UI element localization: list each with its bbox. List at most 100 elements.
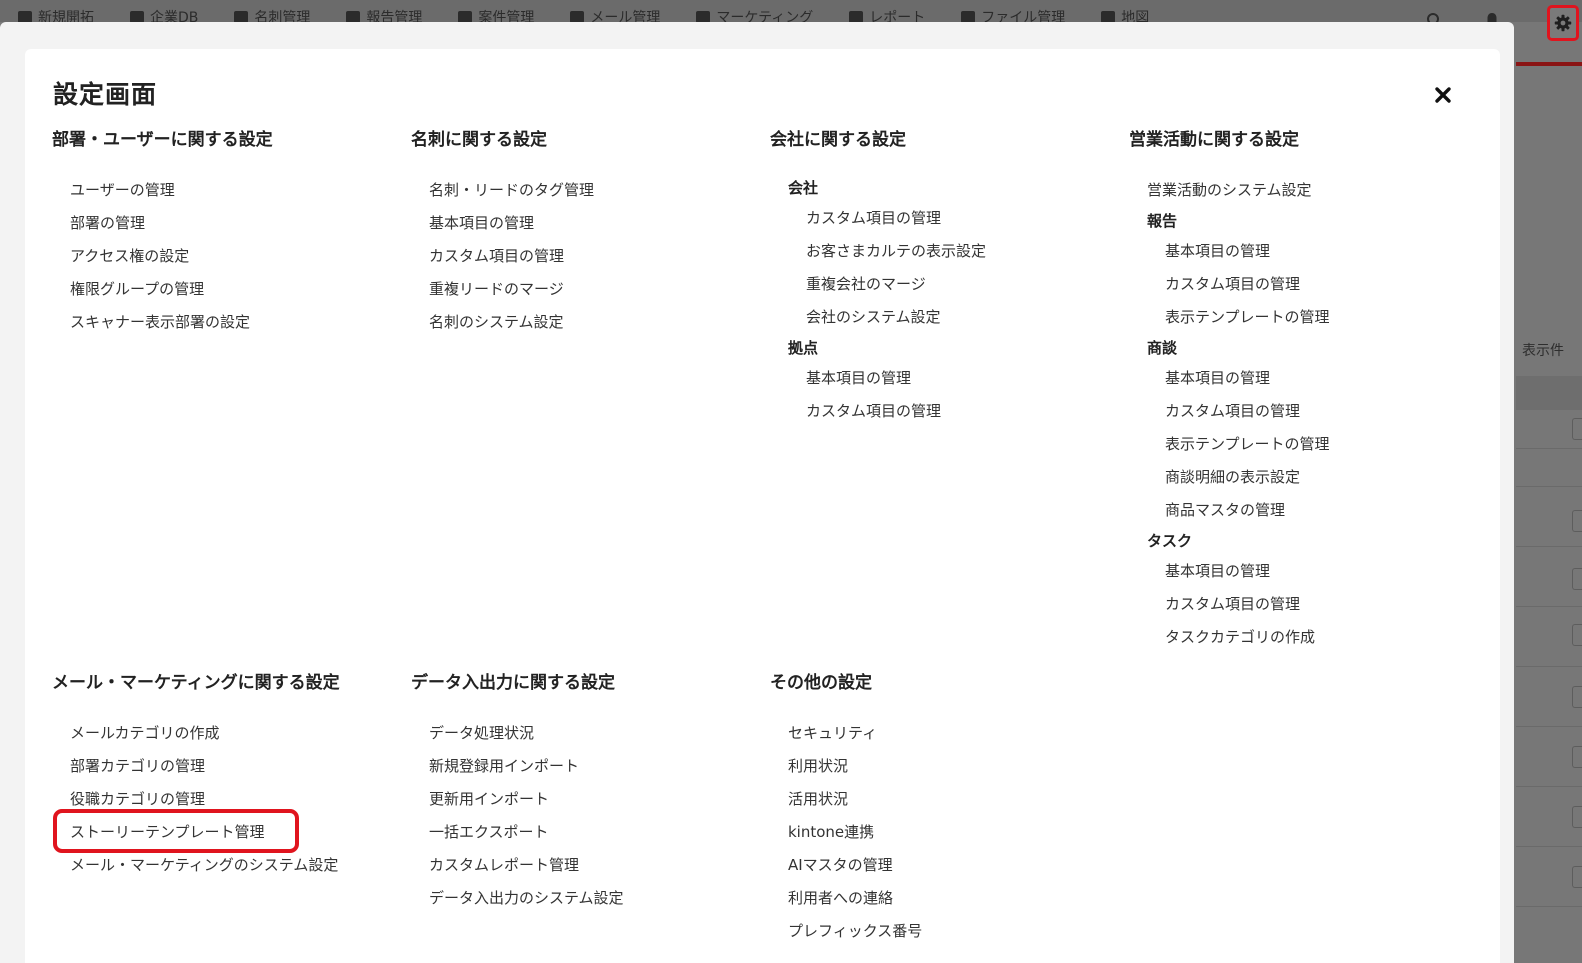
- link-access-rights[interactable]: アクセス権の設定: [52, 240, 273, 273]
- nav-item-reports-management[interactable]: 報告管理: [346, 7, 422, 22]
- background-row-divider: [1516, 906, 1582, 907]
- link-report-basic-fields[interactable]: 基本項目の管理: [1129, 235, 1330, 268]
- background-row-button: [1572, 568, 1582, 590]
- link-merge-duplicate-companies[interactable]: 重複会社のマージ: [770, 268, 986, 301]
- nav-item-deals[interactable]: 案件管理: [458, 7, 534, 22]
- section-data-io: データ入出力に関する設定 データ処理状況 新規登録用インポート 更新用インポート…: [411, 671, 624, 915]
- link-new-import[interactable]: 新規登録用インポート: [411, 750, 624, 783]
- link-contact-users[interactable]: 利用者への連絡: [770, 882, 922, 915]
- link-kintone-integration[interactable]: kintone連携: [770, 816, 922, 849]
- nav-item-map[interactable]: 地図: [1101, 7, 1149, 22]
- link-user-management[interactable]: ユーザーの管理: [52, 174, 273, 207]
- link-position-categories[interactable]: 役職カテゴリの管理: [52, 783, 340, 816]
- link-department-categories[interactable]: 部署カテゴリの管理: [52, 750, 340, 783]
- link-report-display-templates[interactable]: 表示テンプレートの管理: [1129, 301, 1330, 334]
- background-row-divider: [1516, 666, 1582, 667]
- link-story-template-management[interactable]: ストーリーテンプレート管理: [52, 816, 340, 849]
- link-deal-basic-fields[interactable]: 基本項目の管理: [1129, 362, 1330, 395]
- section-title: 会社に関する設定: [770, 130, 906, 150]
- link-bulk-export[interactable]: 一括エクスポート: [411, 816, 624, 849]
- nav-icon: [696, 11, 711, 22]
- link-security[interactable]: セキュリティ: [770, 717, 922, 750]
- nav-icon: [18, 11, 32, 22]
- background-row-button: [1572, 624, 1582, 646]
- link-permission-groups[interactable]: 権限グループの管理: [52, 273, 273, 306]
- section-title: メール・マーケティングに関する設定: [52, 673, 340, 693]
- top-navigation: 新規開拓 企業DB 名刺管理 報告管理 案件管理 メール管理 マーケティング レ…: [0, 0, 1582, 22]
- link-deal-display-templates[interactable]: 表示テンプレートの管理: [1129, 428, 1330, 461]
- link-utilization-status[interactable]: 活用状況: [770, 783, 922, 816]
- nav-item-report[interactable]: レポート: [849, 7, 925, 22]
- link-ai-master[interactable]: AIマスタの管理: [770, 849, 922, 882]
- section-company: 会社に関する設定 会社 カスタム項目の管理 お客さまカルテの表示設定 重複会社の…: [770, 128, 986, 428]
- background-row-divider: [1516, 786, 1582, 787]
- link-company-system-settings[interactable]: 会社のシステム設定: [770, 301, 986, 334]
- link-usage-status[interactable]: 利用状況: [770, 750, 922, 783]
- link-update-import[interactable]: 更新用インポート: [411, 783, 624, 816]
- section-title: 名刺に関する設定: [411, 130, 547, 150]
- section-mail-marketing: メール・マーケティングに関する設定 メールカテゴリの作成 部署カテゴリの管理 役…: [52, 671, 340, 882]
- background-row-divider: [1516, 486, 1582, 487]
- link-prefix-number[interactable]: プレフィックス番号: [770, 915, 922, 948]
- link-branch-custom-fields[interactable]: カスタム項目の管理: [770, 395, 986, 428]
- link-data-processing-status[interactable]: データ処理状況: [411, 717, 624, 750]
- background-row-divider: [1516, 606, 1582, 607]
- link-branch-basic-fields[interactable]: 基本項目の管理: [770, 362, 986, 395]
- link-product-master[interactable]: 商品マスタの管理: [1129, 494, 1330, 527]
- background-row-divider: [1516, 448, 1582, 449]
- link-company-custom-fields[interactable]: カスタム項目の管理: [770, 202, 986, 235]
- section-other: その他の設定 セキュリティ 利用状況 活用状況 kintone連携 AIマスタの…: [770, 671, 922, 948]
- background-row-divider: [1516, 846, 1582, 847]
- link-custom-reports[interactable]: カスタムレポート管理: [411, 849, 624, 882]
- nav-item-marketing[interactable]: マーケティング: [696, 7, 813, 22]
- subsection-task: タスク: [1147, 532, 1193, 550]
- link-customer-chart-settings[interactable]: お客さまカルテの表示設定: [770, 235, 986, 268]
- section-business-cards: 名刺に関する設定 名刺・リードのタグ管理 基本項目の管理 カスタム項目の管理 重…: [411, 128, 594, 339]
- nav-item-company-db[interactable]: 企業DB: [130, 7, 198, 22]
- link-tag-management[interactable]: 名刺・リードのタグ管理: [411, 174, 594, 207]
- link-basic-fields[interactable]: 基本項目の管理: [411, 207, 594, 240]
- link-mail-categories[interactable]: メールカテゴリの作成: [52, 717, 340, 750]
- subsection-deal: 商談: [1147, 339, 1178, 357]
- link-report-custom-fields[interactable]: カスタム項目の管理: [1129, 268, 1330, 301]
- background-row-button: [1572, 866, 1582, 888]
- gear-icon: [1554, 14, 1572, 32]
- nav-icon: [130, 11, 144, 22]
- link-task-categories[interactable]: タスクカテゴリの作成: [1129, 621, 1330, 654]
- nav-item-business-cards[interactable]: 名刺管理: [234, 7, 310, 22]
- link-sales-system-settings[interactable]: 営業活動のシステム設定: [1129, 174, 1330, 207]
- link-scanner-departments[interactable]: スキャナー表示部署の設定: [52, 306, 273, 339]
- section-sales: 営業活動に関する設定 営業活動のシステム設定 報告 基本項目の管理 カスタム項目…: [1129, 128, 1330, 654]
- link-deal-custom-fields[interactable]: カスタム項目の管理: [1129, 395, 1330, 428]
- background-row-button: [1572, 746, 1582, 768]
- subsection-company: 会社: [788, 179, 819, 197]
- link-department-management[interactable]: 部署の管理: [52, 207, 273, 240]
- nav-icon: [458, 11, 473, 22]
- subsection-branch: 拠点: [788, 339, 819, 357]
- nav-item-files[interactable]: ファイル管理: [961, 7, 1065, 22]
- link-custom-fields[interactable]: カスタム項目の管理: [411, 240, 594, 273]
- section-title: データ入出力に関する設定: [411, 673, 615, 693]
- nav-icon: [234, 11, 249, 22]
- link-task-custom-fields[interactable]: カスタム項目の管理: [1129, 588, 1330, 621]
- link-task-basic-fields[interactable]: 基本項目の管理: [1129, 555, 1330, 588]
- link-deal-detail-settings[interactable]: 商談明細の表示設定: [1129, 461, 1330, 494]
- section-title: 部署・ユーザーに関する設定: [52, 130, 273, 150]
- close-icon[interactable]: [1433, 85, 1453, 105]
- link-card-system-settings[interactable]: 名刺のシステム設定: [411, 306, 594, 339]
- background-display-count-label: 表示件: [1522, 343, 1564, 359]
- active-nav-indicator: [1516, 62, 1582, 66]
- nav-icon: [961, 11, 976, 22]
- nav-item-new-leads[interactable]: 新規開拓: [18, 7, 94, 22]
- link-merge-duplicate-leads[interactable]: 重複リードのマージ: [411, 273, 594, 306]
- link-mail-system-settings[interactable]: メール・マーケティングのシステム設定: [52, 849, 340, 882]
- nav-item-mail[interactable]: メール管理: [570, 7, 660, 22]
- link-data-io-system-settings[interactable]: データ入出力のシステム設定: [411, 882, 624, 915]
- section-users: 部署・ユーザーに関する設定 ユーザーの管理 部署の管理 アクセス権の設定 権限グ…: [52, 128, 273, 339]
- settings-button[interactable]: [1547, 5, 1579, 41]
- background-row-button: [1572, 686, 1582, 708]
- background-row-button: [1572, 418, 1582, 440]
- nav-icon: [570, 11, 585, 22]
- modal-title: 設定画面: [53, 80, 158, 109]
- subsection-report: 報告: [1147, 212, 1178, 230]
